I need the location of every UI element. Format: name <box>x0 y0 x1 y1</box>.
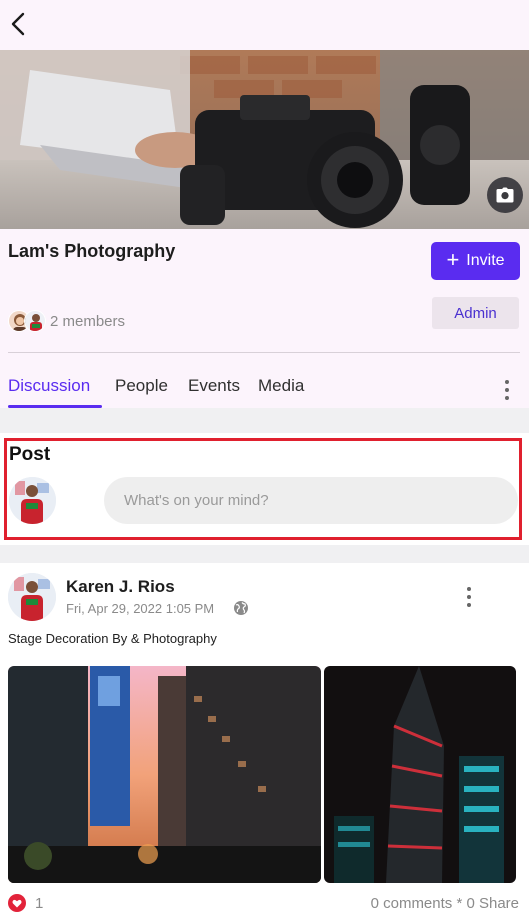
back-arrow-icon[interactable] <box>6 9 30 39</box>
post-more-vertical-icon[interactable] <box>463 584 475 610</box>
member-avatars[interactable] <box>8 310 48 334</box>
plus-icon: + <box>446 247 460 272</box>
whats-on-your-mind-input[interactable] <box>104 477 518 524</box>
member-count[interactable]: 2 members <box>50 313 125 330</box>
tab-discussion[interactable]: Discussion <box>8 376 90 396</box>
group-more-vertical-icon[interactable] <box>501 377 513 403</box>
post-caption: Stage Decoration By & Photography <box>8 631 217 646</box>
globe-icon <box>233 600 249 616</box>
header-divider <box>8 352 520 353</box>
group-cover-photo <box>0 50 529 229</box>
active-tab-indicator <box>8 405 102 408</box>
invite-button[interactable]: + Invite <box>431 242 520 280</box>
heart-icon[interactable] <box>8 894 26 912</box>
author-avatar[interactable] <box>8 573 56 621</box>
invite-label: Invite <box>466 252 505 269</box>
change-cover-camera-icon[interactable] <box>487 177 523 213</box>
admin-button[interactable]: Admin <box>432 297 519 329</box>
group-header: Lam's Photography + Invite 2 members Adm… <box>0 229 529 408</box>
tab-people[interactable]: People <box>115 376 168 396</box>
like-count[interactable]: 1 <box>35 895 43 912</box>
tab-media[interactable]: Media <box>258 376 304 396</box>
top-bar <box>0 0 529 50</box>
comments-shares-count[interactable]: 0 comments * 0 Share <box>371 895 519 912</box>
composer-title: Post <box>9 444 51 465</box>
tab-events[interactable]: Events <box>188 376 240 396</box>
author-name[interactable]: Karen J. Rios <box>66 577 175 597</box>
group-page: Lam's Photography + Invite 2 members Adm… <box>0 0 529 919</box>
group-title: Lam's Photography <box>8 241 176 261</box>
current-user-avatar[interactable] <box>9 477 56 524</box>
post-image-city-street[interactable] <box>8 666 321 883</box>
member-avatar-2 <box>24 310 46 332</box>
post-timestamp: Fri, Apr 29, 2022 1:05 PM <box>66 601 215 616</box>
post-image-night-tower[interactable] <box>324 666 516 883</box>
